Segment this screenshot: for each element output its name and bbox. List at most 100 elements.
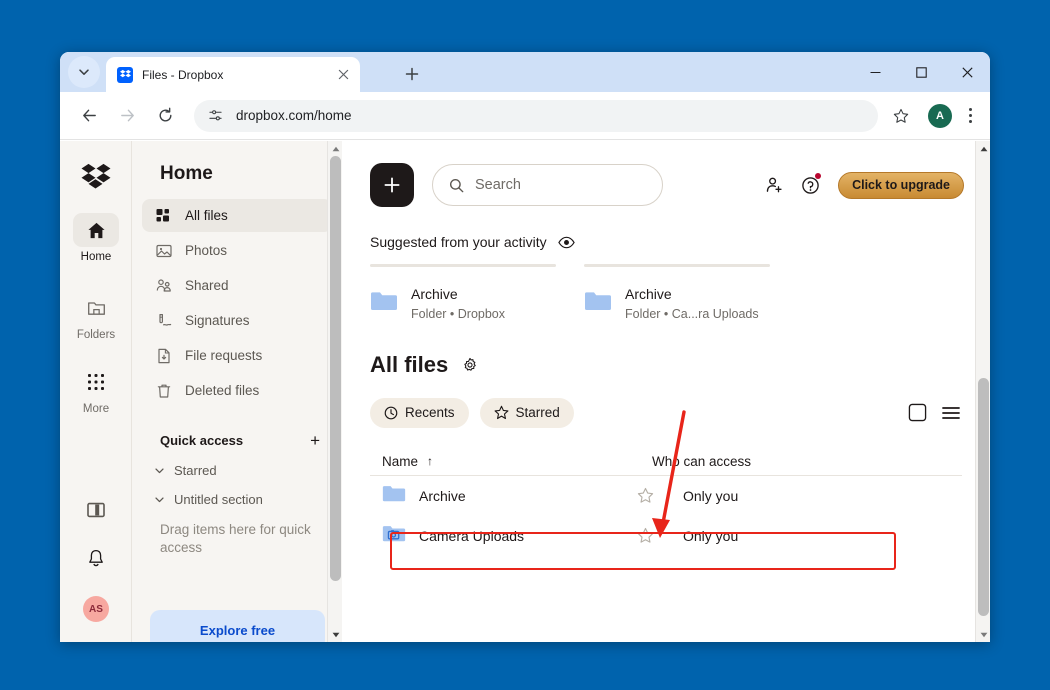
bookmark-star-icon[interactable] — [886, 101, 916, 131]
folder-icon — [584, 290, 612, 317]
sidebar-scrollbar[interactable] — [327, 141, 342, 642]
sidebar-label-deleted-files: Deleted files — [185, 383, 260, 398]
quick-access-title: Quick access — [160, 433, 244, 448]
scroll-down-icon[interactable] — [976, 627, 990, 642]
quick-access-drag-hint: Drag items here for quick access — [160, 522, 311, 556]
star-outline-icon[interactable] — [637, 487, 683, 504]
sidebar-item-deleted-files[interactable]: Deleted files — [142, 374, 332, 407]
rail-item-home[interactable]: Home — [60, 213, 132, 263]
sidebar-label-shared: Shared — [185, 278, 229, 293]
sidebar-section-untitled[interactable]: Untitled section — [132, 478, 342, 507]
table-row[interactable]: Camera Uploads Only you — [370, 516, 962, 556]
folder-icon — [370, 290, 398, 317]
icon-rail: Home Folders More AS — [60, 141, 132, 642]
sidebar-label-signatures: Signatures — [185, 313, 250, 328]
address-bar-url: dropbox.com/home — [236, 108, 352, 123]
create-new-button[interactable] — [370, 163, 414, 207]
main-content: Search Click to upgrade Suggested from y… — [342, 141, 990, 642]
signature-icon — [154, 311, 174, 331]
suggested-card[interactable]: Archive Folder • Dropbox — [370, 264, 556, 321]
main-toolbar: Search Click to upgrade — [370, 163, 990, 207]
rail-item-more[interactable]: More — [60, 365, 132, 415]
scroll-up-icon[interactable] — [976, 141, 990, 156]
shared-icon — [154, 276, 174, 296]
sidebar-item-all-files[interactable]: All files — [142, 199, 332, 232]
suggested-cards: Archive Folder • Dropbox Archive Folder … — [370, 264, 990, 321]
minimize-button[interactable] — [852, 52, 898, 92]
scroll-down-icon[interactable] — [328, 627, 342, 642]
sidebar-label-file-requests: File requests — [185, 348, 263, 363]
notification-dot — [815, 173, 822, 179]
help-circle-icon[interactable] — [795, 170, 825, 200]
sidebar-title: Home — [160, 163, 213, 184]
card-meta: Folder • Ca...ra Uploads — [625, 306, 759, 321]
tab-strip: Files - Dropbox — [60, 52, 990, 92]
trash-icon — [154, 381, 174, 401]
site-settings-icon[interactable] — [208, 108, 223, 123]
column-header-name-label: Name — [382, 453, 419, 469]
close-window-button[interactable] — [944, 52, 990, 92]
suggested-label: Suggested from your activity — [370, 234, 547, 250]
sidebar-scroll-thumb[interactable] — [330, 156, 341, 581]
list-view-button[interactable] — [940, 402, 962, 424]
column-header-name[interactable]: Name ↑ — [382, 454, 652, 469]
tab-search-chevron-icon[interactable] — [68, 56, 100, 88]
section-header: All files — [370, 352, 990, 378]
scroll-up-icon[interactable] — [328, 141, 342, 156]
grid-dots-icon — [73, 365, 119, 399]
search-icon — [449, 178, 464, 193]
eye-icon[interactable] — [557, 236, 575, 249]
main-scroll-thumb[interactable] — [978, 378, 989, 616]
upgrade-button[interactable]: Click to upgrade — [838, 171, 964, 199]
sidebar-item-photos[interactable]: Photos — [142, 234, 332, 267]
back-arrow-icon[interactable] — [74, 101, 104, 131]
explore-free-button[interactable]: Explore free — [150, 610, 325, 642]
forward-arrow-icon[interactable] — [112, 101, 142, 131]
reload-icon[interactable] — [150, 101, 180, 131]
all-files-icon — [154, 206, 174, 226]
search-input[interactable]: Search — [432, 164, 663, 206]
sidebar-section-label-starred: Starred — [174, 463, 217, 478]
card-meta: Folder • Dropbox — [411, 306, 506, 321]
new-tab-button[interactable] — [400, 62, 424, 86]
chevron-down-icon — [154, 465, 165, 476]
browser-menu-icon[interactable] — [960, 101, 980, 131]
dropbox-logo-icon[interactable] — [60, 163, 132, 191]
grid-view-button[interactable] — [906, 402, 928, 424]
sidebar-section-starred[interactable]: Starred — [132, 449, 342, 478]
filter-chip-recents[interactable]: Recents — [370, 397, 469, 428]
home-icon — [73, 213, 119, 247]
suggested-card[interactable]: Archive Folder • Ca...ra Uploads — [584, 264, 770, 321]
tab-close-icon[interactable] — [335, 66, 352, 83]
maximize-button[interactable] — [898, 52, 944, 92]
sidebar-nav-list: All files Photos Shared Signatures File … — [132, 199, 342, 407]
window-controls — [852, 52, 990, 92]
address-bar[interactable]: dropbox.com/home — [194, 99, 878, 132]
sidebar-item-shared[interactable]: Shared — [142, 269, 332, 302]
rail-user-avatar[interactable]: AS — [60, 596, 132, 622]
table-row[interactable]: Archive Only you — [370, 476, 962, 516]
gear-icon[interactable] — [462, 357, 478, 373]
file-name-cell[interactable]: Archive — [382, 484, 637, 508]
main-scrollbar[interactable] — [975, 141, 990, 642]
sidebar-item-file-requests[interactable]: File requests — [142, 339, 332, 372]
card-preview-bar — [370, 264, 556, 267]
filter-chip-starred[interactable]: Starred — [479, 397, 574, 428]
file-name-cell[interactable]: Camera Uploads — [382, 524, 637, 548]
filter-chip-label: Starred — [515, 405, 560, 421]
sidebar-item-signatures[interactable]: Signatures — [142, 304, 332, 337]
profile-avatar[interactable]: A — [928, 103, 952, 128]
rail-item-folders[interactable]: Folders — [60, 291, 132, 341]
page-viewport: Home Folders More AS Home All files Phot… — [60, 141, 990, 642]
sort-ascending-icon: ↑ — [427, 454, 434, 469]
star-outline-icon[interactable] — [637, 527, 683, 544]
search-placeholder: Search — [475, 177, 521, 193]
folder-icon — [73, 291, 119, 325]
table-header-row: Name ↑ Who can access — [370, 448, 962, 476]
add-person-icon[interactable] — [759, 170, 789, 200]
rail-item-notifications[interactable] — [60, 549, 132, 573]
file-request-icon — [154, 346, 174, 366]
browser-tab[interactable]: Files - Dropbox — [106, 57, 360, 92]
rail-item-panel-toggle[interactable] — [60, 501, 132, 524]
quick-access-add-button[interactable]: + — [310, 432, 320, 449]
